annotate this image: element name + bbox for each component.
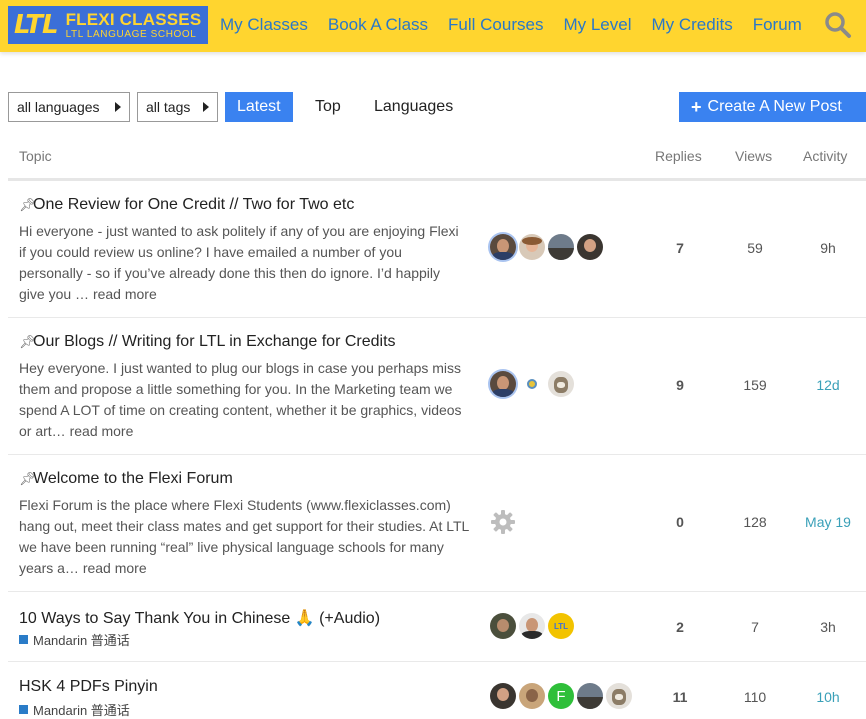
avatar[interactable] xyxy=(490,613,516,639)
logo-subtitle: LTL LANGUAGE SCHOOL xyxy=(65,28,197,40)
view-count: 128 xyxy=(743,514,767,530)
last-activity[interactable]: 10h xyxy=(798,689,858,705)
nav-full-courses[interactable]: Full Courses xyxy=(448,15,543,35)
category-badge[interactable]: Mandarin 普通话 xyxy=(19,700,130,719)
avatar[interactable] xyxy=(548,234,574,260)
avatar[interactable] xyxy=(577,683,603,709)
topic-row: HSK 4 PDFs Pinyin Mandarin 普通话 F 11 110 … xyxy=(8,662,866,719)
logo-title: FLEXI CLASSES xyxy=(65,9,202,29)
search-icon[interactable] xyxy=(824,11,852,39)
category-label: Mandarin 普通话 xyxy=(33,703,130,718)
reply-count: 9 xyxy=(676,377,684,393)
category-label: Mandarin 普通话 xyxy=(33,633,130,648)
topic-title[interactable]: 📌︎Our Blogs // Writing for LTL in Exchan… xyxy=(19,333,396,351)
last-activity[interactable]: 9h xyxy=(798,240,858,256)
avatar[interactable] xyxy=(519,234,545,260)
nav-my-classes[interactable]: My Classes xyxy=(220,15,308,35)
avatar[interactable] xyxy=(490,371,516,397)
site-logo[interactable]: LTL FLEXI CLASSES LTL LANGUAGE SCHOOL xyxy=(8,6,208,44)
tab-latest[interactable]: Latest xyxy=(225,92,293,122)
nav-my-level[interactable]: My Level xyxy=(563,15,631,35)
column-replies[interactable]: Replies xyxy=(655,148,702,164)
avatar[interactable] xyxy=(519,683,545,709)
tab-languages[interactable]: Languages xyxy=(362,92,465,122)
caret-right-icon xyxy=(203,102,209,112)
view-count: 110 xyxy=(743,689,767,705)
main-nav: My Classes Book A Class Full Courses My … xyxy=(220,15,822,35)
read-more-link[interactable]: read more xyxy=(83,560,147,576)
reply-count: 2 xyxy=(676,619,684,635)
last-activity[interactable]: 3h xyxy=(798,619,858,635)
avatar[interactable] xyxy=(519,371,545,397)
view-count: 7 xyxy=(751,619,759,635)
topic-title[interactable]: 10 Ways to Say Thank You in Chinese 🙏 (+… xyxy=(19,608,380,628)
reply-count: 0 xyxy=(676,514,684,530)
excerpt-text: Hi everyone - just wanted to ask politel… xyxy=(19,223,459,302)
tags-dropdown[interactable]: all tags xyxy=(137,92,218,122)
category-color-square xyxy=(19,635,28,644)
avatar[interactable] xyxy=(577,234,603,260)
pin-icon: 📌︎ xyxy=(19,334,36,349)
avatar[interactable] xyxy=(490,683,516,709)
view-count: 59 xyxy=(747,240,763,256)
nav-forum[interactable]: Forum xyxy=(753,15,802,35)
poster-avatars xyxy=(490,371,577,397)
reply-count: 7 xyxy=(676,240,684,256)
avatar-letters: F xyxy=(556,687,566,705)
topic-excerpt: Flexi Forum is the place where Flexi Stu… xyxy=(19,495,469,579)
topic-row: 📌︎Welcome to the Flexi Forum Flexi Forum… xyxy=(8,455,866,592)
topic-excerpt: Hey everyone. I just wanted to plug our … xyxy=(19,358,469,442)
column-views[interactable]: Views xyxy=(735,148,772,164)
avatar[interactable]: F xyxy=(548,683,574,709)
avatar[interactable] xyxy=(548,371,574,397)
languages-dropdown[interactable]: all languages xyxy=(8,92,130,122)
read-more-link[interactable]: read more xyxy=(70,423,134,439)
gear-icon[interactable] xyxy=(490,509,516,535)
view-count: 159 xyxy=(743,377,767,393)
tags-dropdown-label: all tags xyxy=(146,99,191,115)
column-activity[interactable]: Activity xyxy=(803,148,847,164)
topic-row: 📌︎One Review for One Credit // Two for T… xyxy=(8,181,866,318)
tab-top[interactable]: Top xyxy=(303,92,353,122)
create-post-button[interactable]: + Create A New Post xyxy=(679,92,866,122)
column-topic[interactable]: Topic xyxy=(19,148,52,164)
logo-mark: LTL xyxy=(14,10,59,40)
avatar-letters: LTL xyxy=(553,621,569,631)
caret-right-icon xyxy=(115,102,121,112)
create-post-label: Create A New Post xyxy=(707,98,842,115)
poster-avatars xyxy=(490,234,606,260)
nav-my-credits[interactable]: My Credits xyxy=(651,15,732,35)
poster-avatars: F xyxy=(490,683,635,709)
pin-icon: 📌︎ xyxy=(19,197,36,212)
languages-dropdown-label: all languages xyxy=(17,99,100,115)
topic-excerpt: Hi everyone - just wanted to ask politel… xyxy=(19,221,469,305)
topic-title-text: One Review for One Credit // Two for Two… xyxy=(33,196,355,213)
topic-title[interactable]: 📌︎One Review for One Credit // Two for T… xyxy=(19,196,354,214)
topic-title-text: Our Blogs // Writing for LTL in Exchange… xyxy=(33,333,396,350)
topic-title-text: Welcome to the Flexi Forum xyxy=(33,470,233,487)
poster-avatars: LTL xyxy=(490,613,577,639)
poster-avatars xyxy=(490,509,516,535)
category-badge[interactable]: Mandarin 普通话 xyxy=(19,630,130,649)
avatar[interactable]: LTL xyxy=(548,613,574,639)
plus-icon: + xyxy=(691,96,702,117)
last-activity[interactable]: 12d xyxy=(798,377,858,393)
avatar[interactable] xyxy=(490,234,516,260)
read-more-link[interactable]: read more xyxy=(93,286,157,302)
pin-icon: 📌︎ xyxy=(19,471,36,486)
site-header: LTL FLEXI CLASSES LTL LANGUAGE SCHOOL My… xyxy=(0,0,866,52)
avatar[interactable] xyxy=(606,683,632,709)
last-activity[interactable]: May 19 xyxy=(798,514,858,530)
avatar[interactable] xyxy=(519,613,545,639)
category-color-square xyxy=(19,705,28,714)
topic-row: 📌︎Our Blogs // Writing for LTL in Exchan… xyxy=(8,318,866,455)
reply-count: 11 xyxy=(672,689,688,705)
topic-row: 10 Ways to Say Thank You in Chinese 🙏 (+… xyxy=(8,592,866,662)
topic-title[interactable]: HSK 4 PDFs Pinyin xyxy=(19,678,158,696)
nav-book-a-class[interactable]: Book A Class xyxy=(328,15,428,35)
topic-title[interactable]: 📌︎Welcome to the Flexi Forum xyxy=(19,470,233,488)
